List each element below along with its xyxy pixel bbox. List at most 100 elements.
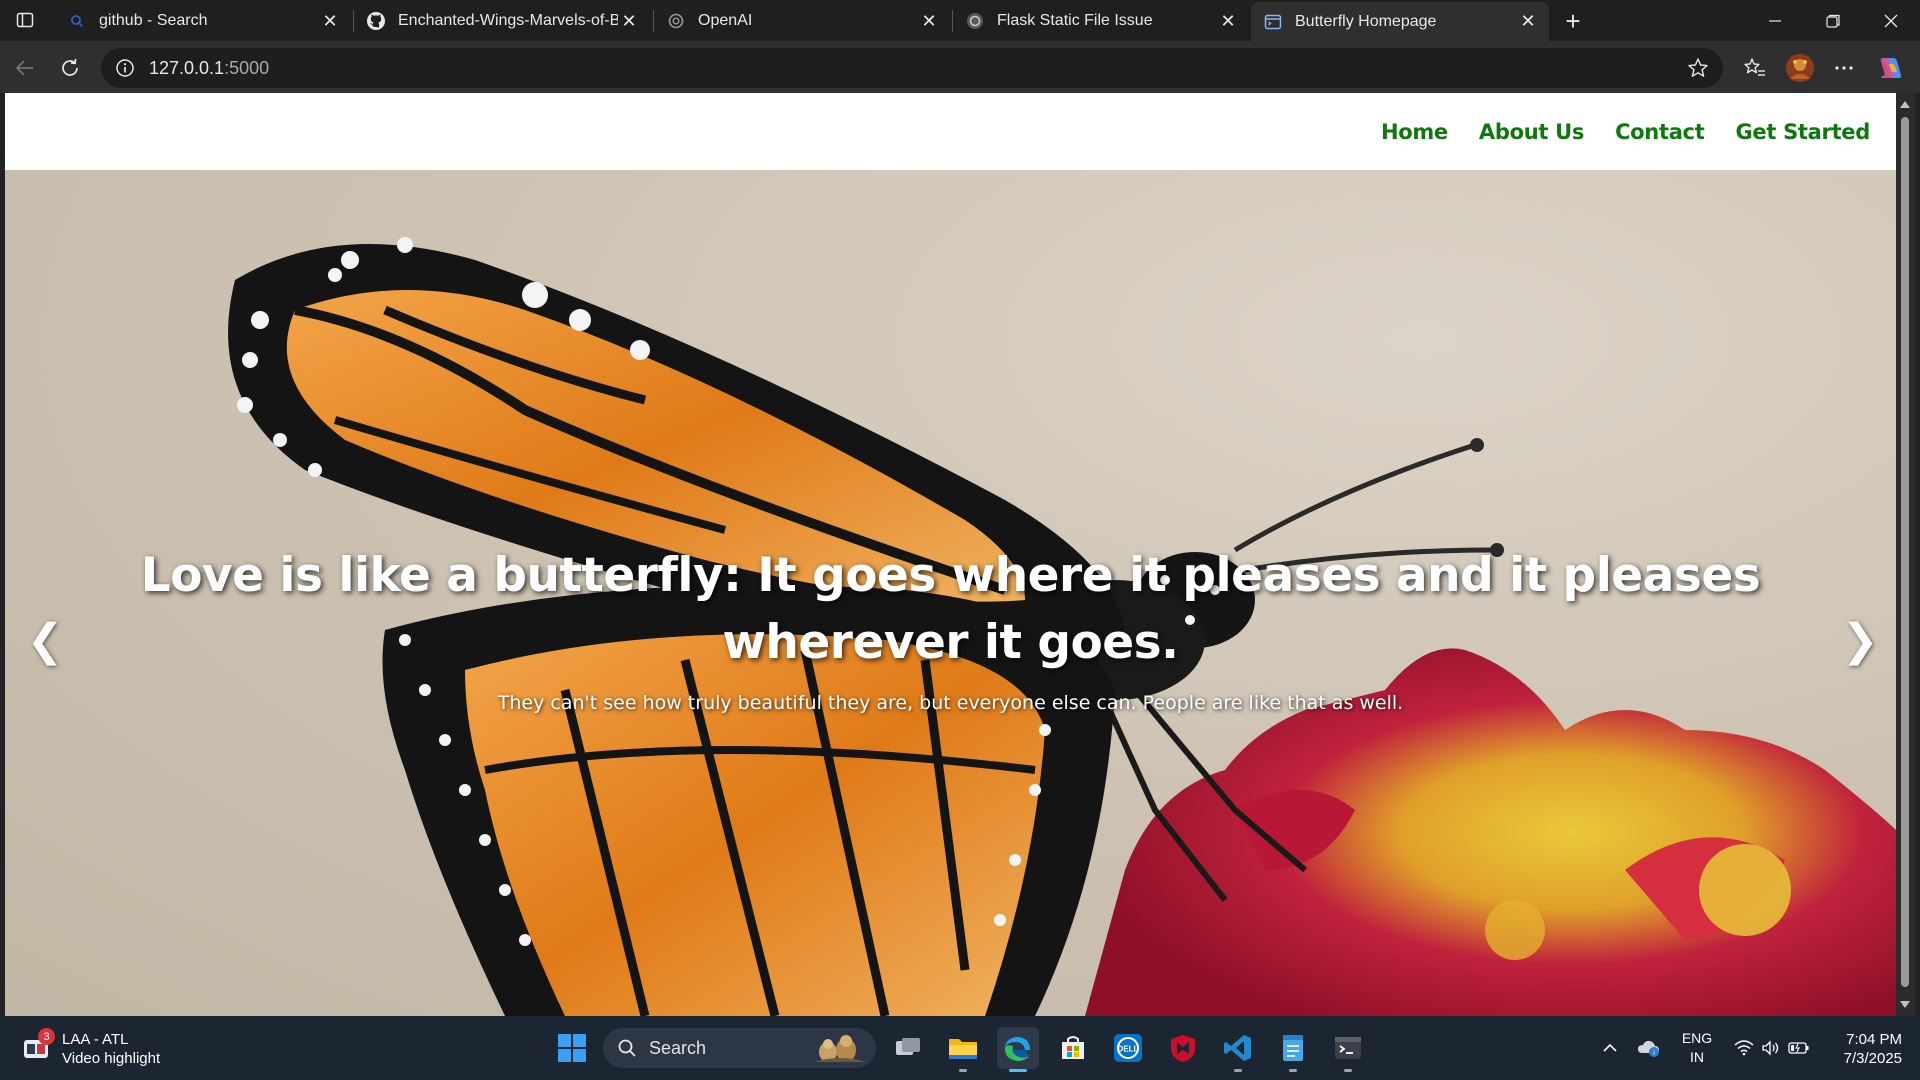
wifi-icon <box>1734 1040 1754 1056</box>
network-button[interactable] <box>1731 1016 1757 1080</box>
scrollbar-thumb[interactable] <box>1901 117 1909 987</box>
mcafee-shield-icon <box>1171 1035 1195 1062</box>
page-scrollbar[interactable] <box>1896 93 1915 1016</box>
battery-button[interactable] <box>1786 1016 1812 1080</box>
tab-github-search[interactable]: github - Search ✕ <box>55 3 351 39</box>
profile-button[interactable] <box>1783 51 1817 85</box>
mcafee-button[interactable] <box>1162 1027 1204 1069</box>
widget-title: LAA - ATL <box>62 1031 129 1048</box>
nav-link-get-started[interactable]: Get Started <box>1735 120 1870 144</box>
running-indicator <box>1234 1069 1242 1072</box>
task-view-button[interactable] <box>887 1027 929 1069</box>
vscode-button[interactable] <box>1217 1027 1259 1072</box>
copilot-icon <box>1880 58 1902 78</box>
svg-text:DELL: DELL <box>1118 1045 1139 1054</box>
tab-close-icon[interactable]: ✕ <box>319 10 341 32</box>
carousel-prev-button[interactable]: ❮ <box>25 610 65 670</box>
speaker-icon <box>1762 1040 1779 1056</box>
volume-button[interactable] <box>1759 1016 1783 1080</box>
running-indicator <box>1009 1069 1027 1072</box>
avatar <box>1786 54 1814 82</box>
terminal-button[interactable] <box>1327 1027 1369 1072</box>
chevron-up-icon <box>1603 1043 1617 1052</box>
tab-flask-static-file-issue[interactable]: Flask Static File Issue ✕ <box>953 3 1249 39</box>
scroll-up-arrow-icon[interactable] <box>1900 101 1910 108</box>
more-horizontal-icon <box>1835 66 1853 70</box>
vscode-icon <box>1224 1035 1251 1061</box>
nav-link-contact[interactable]: Contact <box>1615 120 1705 144</box>
dell-logo-icon: DELL <box>1114 1034 1142 1062</box>
back-arrow-icon <box>15 60 33 76</box>
nav-link-about-us[interactable]: About Us <box>1479 120 1584 144</box>
running-indicator <box>959 1069 967 1072</box>
url-text: 127.0.0.1:5000 <box>149 58 269 79</box>
onedrive-cloud-icon: i <box>1638 1040 1659 1057</box>
store-icon <box>1062 1036 1084 1059</box>
clock-time: 7:04 PM <box>1846 1031 1902 1048</box>
site-info-icon[interactable] <box>115 58 135 78</box>
scroll-down-arrow-icon[interactable] <box>1900 1001 1910 1008</box>
minimize-button[interactable] <box>1747 0 1803 41</box>
tab-title: Flask Static File Issue <box>997 12 1153 29</box>
microsoft-store-button[interactable] <box>1052 1027 1094 1069</box>
tab-openai[interactable]: OpenAI ✕ <box>654 3 950 39</box>
terminal-icon <box>1335 1037 1361 1059</box>
restore-button[interactable] <box>1805 0 1861 41</box>
page-viewport: Home About Us Contact Get Started Love i… <box>5 93 1896 1016</box>
close-window-button[interactable] <box>1863 0 1919 41</box>
edge-browser-button[interactable] <box>997 1027 1039 1072</box>
task-view-icon <box>896 1038 920 1055</box>
close-icon <box>1884 14 1898 27</box>
tab-close-icon[interactable]: ✕ <box>1217 10 1239 32</box>
tab-enchanted-wings[interactable]: Enchanted-Wings-Marvels-of-But ✕ <box>354 3 650 39</box>
clock-date: 7/3/2025 <box>1843 1050 1902 1067</box>
openai-icon <box>965 11 985 31</box>
carousel-next-button[interactable]: ❯ <box>1840 610 1880 670</box>
language-indicator[interactable]: ENG IN <box>1678 1016 1716 1080</box>
start-button[interactable] <box>551 1027 593 1069</box>
tab-actions-button[interactable] <box>8 7 42 33</box>
widget-subtitle: Video highlight <box>62 1050 161 1067</box>
nav-link-home[interactable]: Home <box>1381 120 1448 144</box>
browser-toolbar: 127.0.0.1:5000 <box>0 41 1920 93</box>
tab-close-icon[interactable]: ✕ <box>918 10 940 32</box>
hero-subtext: They can't see how truly beautiful they … <box>497 692 1404 714</box>
notepad-icon <box>1283 1035 1303 1061</box>
address-bar[interactable]: 127.0.0.1:5000 <box>101 48 1723 88</box>
system-clock[interactable]: 7:04 PM 7/3/2025 <box>1822 1030 1902 1068</box>
tab-butterfly-homepage[interactable]: Butterfly Homepage ✕ <box>1251 2 1549 41</box>
openai-icon <box>666 11 686 31</box>
new-tab-button[interactable]: + <box>1558 6 1588 36</box>
taskbar-search-box[interactable]: Search <box>603 1028 876 1068</box>
sidebar-panel-icon <box>16 12 34 28</box>
tab-close-icon[interactable]: ✕ <box>1517 11 1539 33</box>
favorite-star-icon[interactable] <box>1687 57 1709 79</box>
sports-widget-icon: 3 <box>22 1028 55 1064</box>
search-highlight-icon <box>814 1035 866 1062</box>
url-port: :5000 <box>224 57 270 78</box>
refresh-button[interactable] <box>53 51 87 85</box>
tab-title: OpenAI <box>698 12 753 29</box>
favorites-list-icon <box>1744 58 1765 76</box>
onedrive-status-button[interactable]: i <box>1636 1016 1662 1080</box>
show-hidden-icons-button[interactable] <box>1596 1016 1624 1080</box>
keyboard-region: IN <box>1690 1049 1704 1065</box>
notepad-button[interactable] <box>1272 1027 1314 1072</box>
battery-charging-icon <box>1788 1042 1809 1054</box>
refresh-icon <box>62 58 78 76</box>
back-button[interactable] <box>8 51 42 85</box>
dell-app-button[interactable]: DELL <box>1107 1027 1149 1069</box>
copilot-button[interactable] <box>1874 51 1908 85</box>
tab-title: Enchanted-Wings-Marvels-of-But <box>398 12 618 29</box>
search-label: Search <box>649 1037 707 1058</box>
tab-close-icon[interactable]: ✕ <box>618 10 640 32</box>
widgets-button[interactable]: 3 LAA - ATL Video highlight <box>22 1028 161 1068</box>
taskbar: 3 LAA - ATL Video highlight Search DELL <box>0 1016 1920 1080</box>
restore-icon <box>1826 14 1840 28</box>
windows-logo-icon <box>558 1034 586 1062</box>
settings-more-button[interactable] <box>1827 51 1861 85</box>
file-explorer-button[interactable] <box>942 1027 984 1072</box>
notification-badge: 3 <box>38 1028 55 1045</box>
favorites-button[interactable] <box>1738 51 1772 85</box>
browser-tab-strip: github - Search ✕ Enchanted-Wings-Marvel… <box>0 0 1920 41</box>
